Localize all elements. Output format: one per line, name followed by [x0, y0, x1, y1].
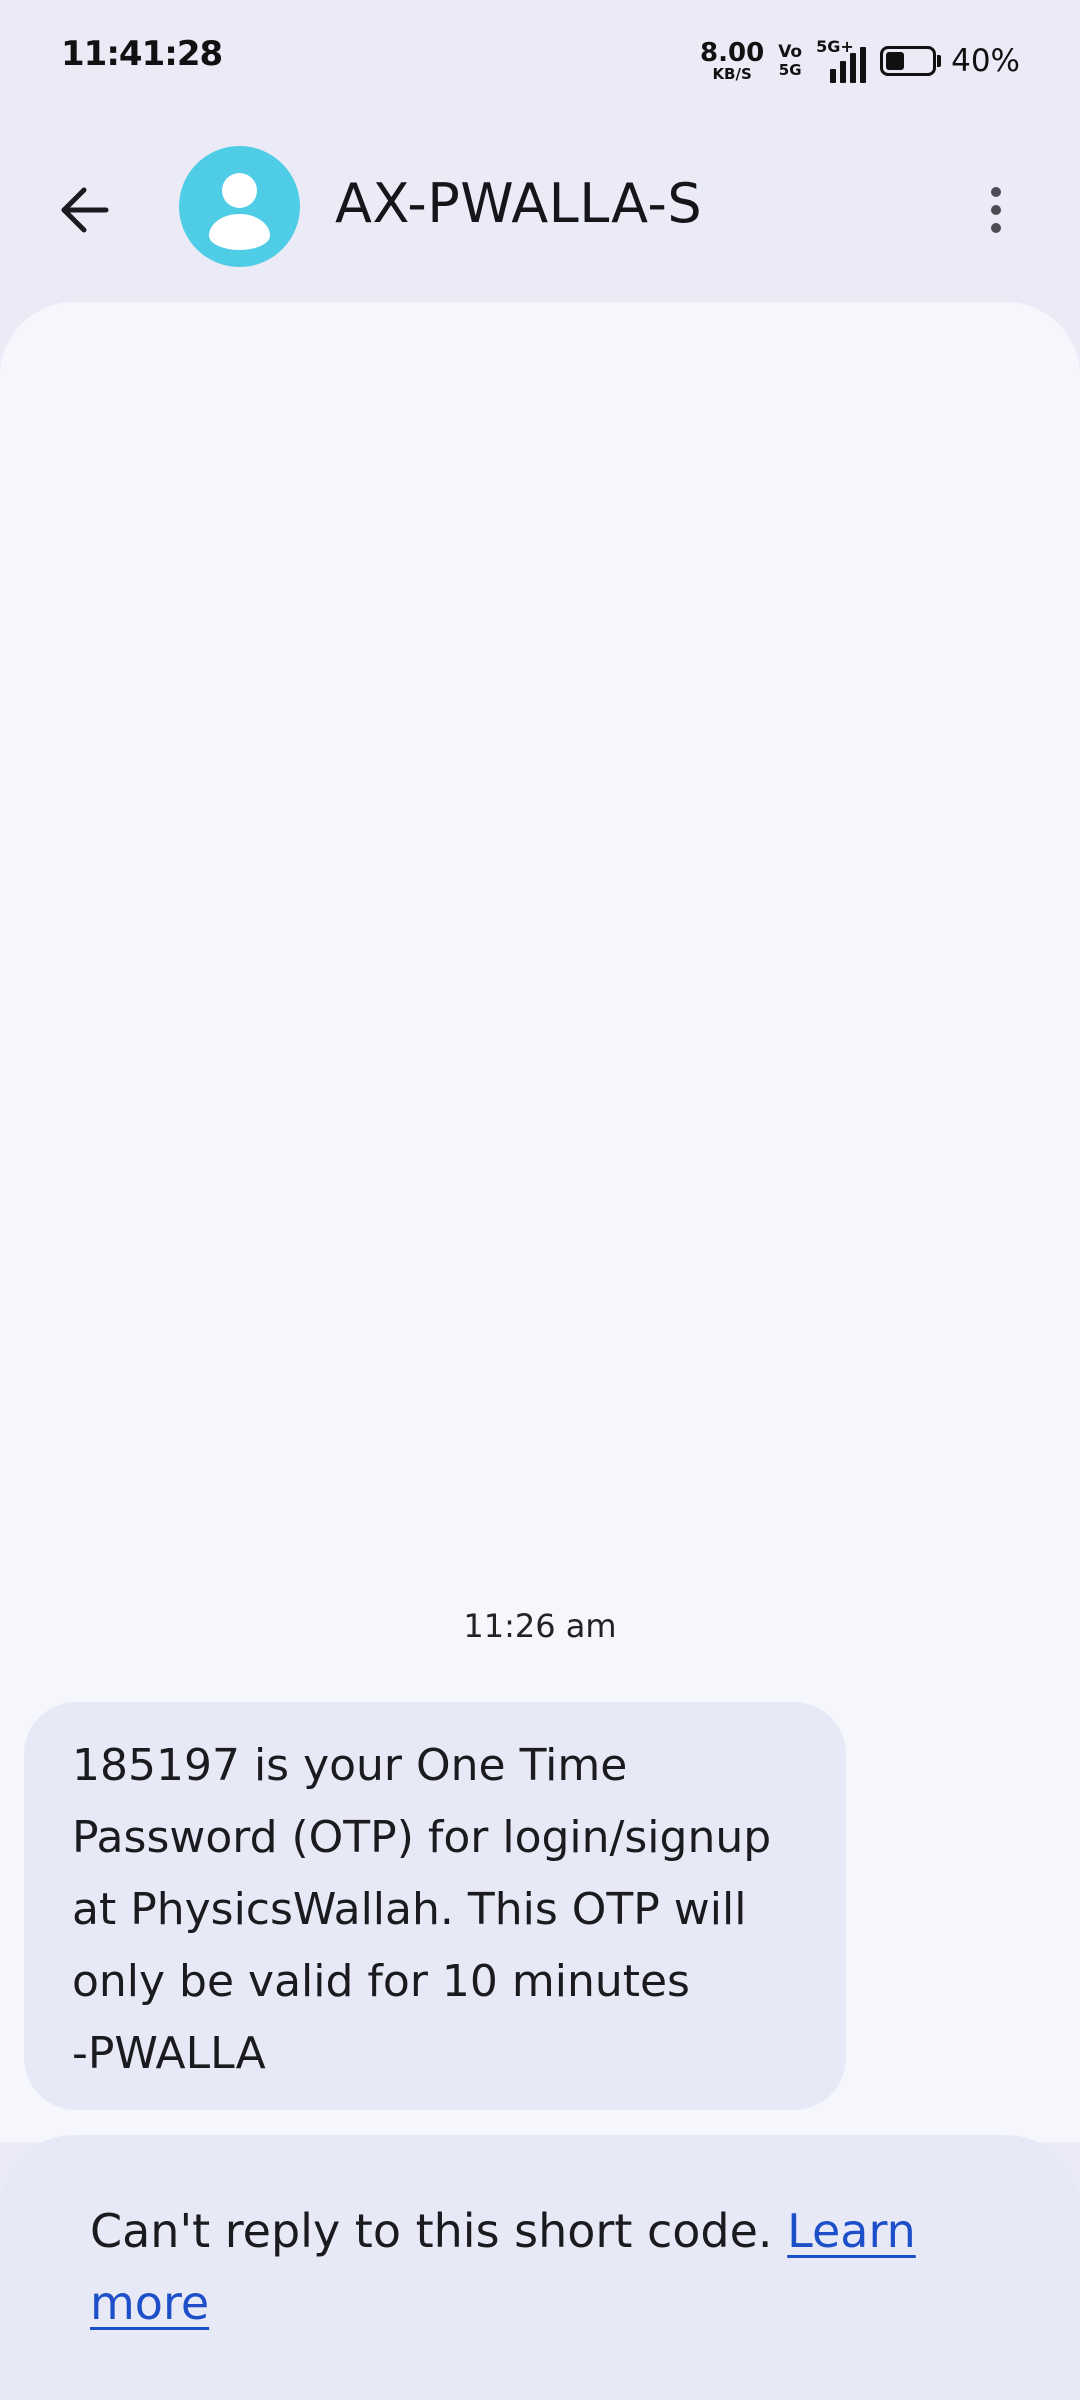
status-icons: 8.00 KB/S Vo 5G 5G+ 40% [700, 37, 1020, 84]
more-options-button[interactable] [966, 168, 1026, 252]
back-button[interactable] [48, 174, 120, 246]
contact-name[interactable]: AX-PWALLA-S [335, 172, 702, 235]
message-text: 185197 is your One Time Password (OTP) f… [72, 1740, 772, 2079]
volte-label-bottom: 5G [778, 61, 802, 79]
network-speed-value: 8.00 [700, 38, 765, 68]
conversation-area[interactable]: 11:26 am 185197 is your One Time Passwor… [0, 302, 1080, 2142]
network-speed-unit: KB/S [712, 65, 752, 83]
status-time: 11:41:28 [61, 34, 223, 74]
battery-body [880, 46, 937, 76]
battery-tip [937, 55, 942, 67]
more-vert-icon-dot [991, 205, 1001, 215]
app-bar: AX-PWALLA-S [0, 120, 1080, 300]
status-bar: 11:41:28 8.00 KB/S Vo 5G 5G+ 40% [0, 0, 1080, 120]
reply-notice-text: Can't reply to this short code. Learn mo… [90, 2195, 990, 2339]
battery-percent: 40% [951, 43, 1020, 79]
reply-notice-label: Can't reply to this short code. [90, 2204, 788, 2258]
battery-icon [880, 46, 942, 76]
signal-bars [830, 47, 867, 83]
avatar[interactable] [179, 146, 300, 267]
volte-label-top: Vo [778, 42, 803, 62]
network-speed: 8.00 KB/S [700, 40, 764, 82]
arrow-back-icon [61, 187, 109, 233]
reply-notice: Can't reply to this short code. Learn mo… [0, 2135, 1080, 2400]
message-bubble[interactable]: 185197 is your One Time Password (OTP) f… [24, 1702, 846, 2110]
volte-icon: Vo 5G [778, 44, 802, 78]
person-icon-body [209, 214, 270, 250]
more-vert-icon-dot [991, 223, 1001, 233]
battery-fill [886, 52, 904, 70]
person-icon-head [222, 173, 257, 208]
more-vert-icon-dot [991, 187, 1001, 197]
signal-icon: 5G+ [816, 37, 867, 83]
message-timestamp: 11:26 am [463, 1607, 617, 1645]
